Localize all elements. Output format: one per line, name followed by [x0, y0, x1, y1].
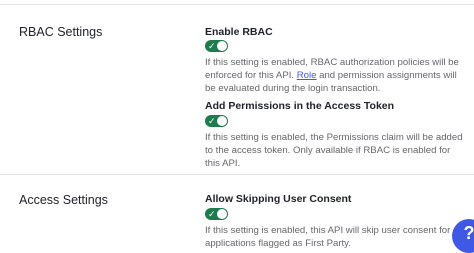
check-icon: ✓ — [208, 41, 216, 51]
add-permissions-description: If this setting is enabled, the Permissi… — [205, 132, 463, 169]
enable-rbac-label: Enable RBAC — [205, 26, 273, 38]
allow-skip-consent-description: If this setting is enabled, this API wil… — [205, 225, 451, 249]
access-settings-heading: Access Settings — [19, 193, 108, 207]
top-divider — [0, 4, 474, 5]
check-icon: ✓ — [208, 116, 216, 126]
allow-skip-consent-label: Allow Skipping User Consent — [205, 193, 352, 205]
section-divider — [0, 174, 474, 175]
rbac-settings-heading: RBAC Settings — [19, 25, 103, 39]
add-permissions-label: Add Permissions in the Access Token — [205, 100, 395, 112]
check-icon: ✓ — [208, 209, 216, 219]
allow-skip-consent-toggle[interactable]: ✓ — [205, 208, 228, 220]
toggle-knob — [217, 41, 227, 51]
enable-rbac-toggle[interactable]: ✓ — [205, 40, 228, 52]
toggle-knob — [217, 209, 227, 219]
role-link[interactable]: Role — [297, 70, 317, 81]
enable-rbac-description: If this setting is enabled, RBAC authori… — [205, 56, 467, 95]
toggle-knob — [217, 116, 227, 126]
add-permissions-toggle[interactable]: ✓ — [205, 115, 228, 127]
